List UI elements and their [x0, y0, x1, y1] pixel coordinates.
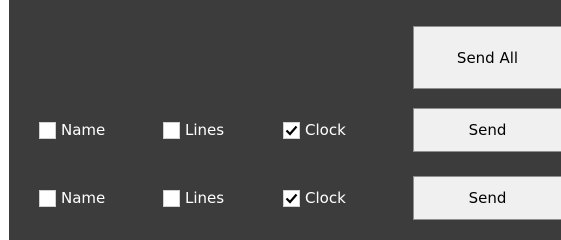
checkbox-box [39, 189, 56, 207]
name-checkbox-row-2[interactable]: Name [39, 186, 105, 210]
lines-checkbox-row-2[interactable]: Lines [163, 186, 224, 210]
clock-checkbox-label: Clock [305, 121, 346, 139]
send-button-row-1[interactable]: Send [413, 108, 561, 152]
name-checkbox-row-1[interactable]: Name [39, 118, 105, 142]
checkmark-icon [285, 125, 298, 136]
clock-checkbox-label: Clock [305, 189, 346, 207]
lines-checkbox-label: Lines [185, 121, 225, 139]
checkbox-box [283, 189, 300, 207]
name-checkbox-label: Name [61, 121, 106, 139]
send-button-label: Send [468, 121, 507, 139]
clock-checkbox-row-1[interactable]: Clock [283, 118, 346, 142]
send-button-label: Send [468, 189, 507, 207]
clock-checkbox-row-2[interactable]: Clock [283, 186, 346, 210]
name-checkbox-label: Name [61, 189, 106, 207]
checkbox-box [163, 189, 180, 207]
send-all-button-label: Send All [456, 48, 519, 67]
lines-checkbox-label: Lines [185, 189, 225, 207]
control-panel: Send All Name Lines Clock Send Name Line… [9, 0, 561, 240]
checkbox-box [163, 121, 180, 139]
send-all-button[interactable]: Send All [413, 26, 561, 89]
lines-checkbox-row-1[interactable]: Lines [163, 118, 224, 142]
checkmark-icon [285, 193, 298, 204]
checkbox-box [39, 121, 56, 139]
send-button-row-2[interactable]: Send [413, 176, 561, 220]
checkbox-box [283, 121, 300, 139]
